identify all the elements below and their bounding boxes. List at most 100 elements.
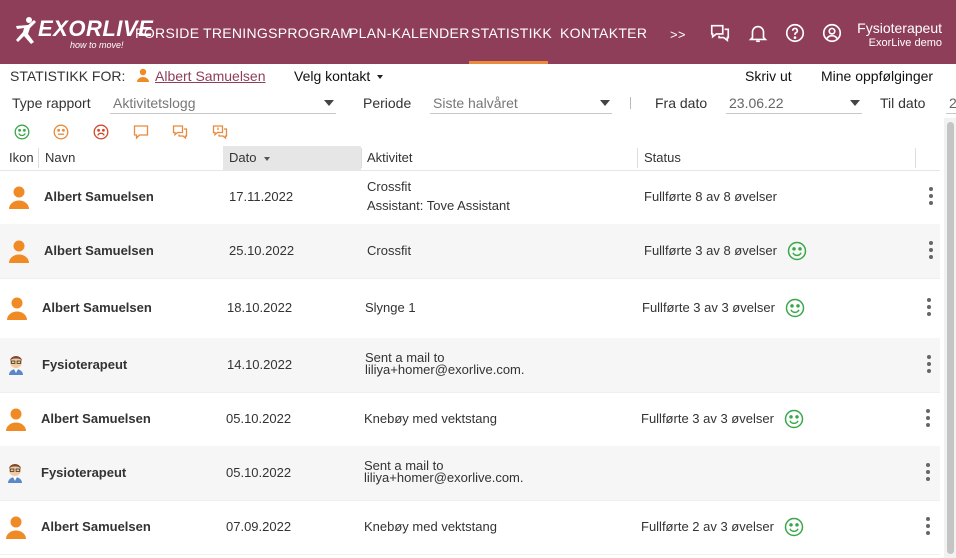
feedback-filter-row [0,118,956,146]
column-status[interactable]: Status [644,146,681,170]
chat-bubbles-icon[interactable] [172,124,188,140]
row-more-options-icon[interactable] [925,407,931,429]
statistics-context-bar: STATISTIKK FOR: Albert Samuelsen Velg ko… [0,64,956,88]
bell-icon[interactable] [747,22,769,44]
row-status: Fullførte 2 av 3 øvelser [641,519,774,534]
chat-alert-icon[interactable] [212,124,228,140]
period-value: Siste halvåret [433,95,518,111]
period-select[interactable]: Siste halvåret [430,92,612,114]
smile-feedback-icon [787,241,807,264]
column-icon: Ikon [9,150,34,165]
user-avatar-icon [5,407,27,434]
activity-line: Assistant: Tove Assistant [367,198,510,213]
row-name: Albert Samuelsen [44,189,154,204]
row-name: Albert Samuelsen [41,411,151,426]
row-activity: Sent a mail to liliya+homer@exorlive.com. [364,459,524,484]
table-row[interactable]: Albert Samuelsen 17.11.2022 Crossfit Assist… [0,170,940,225]
table-row[interactable]: Albert Samuelsen 25.10.2022 Crossfit Fullfø… [0,224,940,279]
top-navigation-bar: EXORLIVE how to move! FORSIDE TRENINGSPR… [0,0,956,64]
row-activity: Slynge 1 [365,298,416,317]
sad-icon[interactable] [93,124,109,140]
nav-kontakter[interactable]: KONTAKTER [560,25,647,41]
activity-line: Crossfit [367,179,412,194]
choose-contact-caret-icon [377,75,383,79]
nav-more-button[interactable]: >> [670,27,686,42]
nav-plan-kalender[interactable]: PLAN-KALENDER [349,25,470,41]
comment-icon[interactable] [133,124,149,140]
activity-line: Slynge 1 [365,300,416,315]
nav-treningsprogram[interactable]: TRENINGSPROGRAM [203,25,352,41]
column-separator [38,148,39,168]
row-activity: Crossfit [367,241,411,260]
report-type-select[interactable]: Aktivitetslogg [110,92,336,114]
user-avatar-icon [6,296,28,323]
nav-forside[interactable]: FORSIDE [135,25,199,41]
row-date: 05.10.2022 [226,411,292,426]
row-date: 18.10.2022 [227,300,293,315]
row-name: Albert Samuelsen [41,519,151,534]
logo-tagline: how to move! [70,40,124,50]
table-row[interactable]: Fysioterapeut 05.10.2022 Sent a mail to lil… [0,446,940,501]
activity-table-body: Albert Samuelsen 17.11.2022 Crossfit Assist… [0,170,944,558]
table-row[interactable]: Albert Samuelsen 07.09.2022 Knebøy med vek… [0,500,940,555]
report-type-value: Aktivitetslogg [113,95,196,111]
user-avatar-icon [8,239,30,266]
from-date-dropdown-icon [850,100,860,106]
to-date-input[interactable]: 2 [946,92,956,114]
row-activity: Knebøy med vektstang [364,517,497,536]
row-name: Albert Samuelsen [44,243,154,258]
row-more-options-icon[interactable] [928,185,934,207]
my-followups-button[interactable]: Mine oppfølginger [821,68,933,84]
logo-figure-icon [16,17,36,44]
chat-icon[interactable] [709,22,731,44]
smile-feedback-icon [784,517,804,540]
table-row[interactable]: Albert Samuelsen 05.10.2022 Knebøy med vek… [0,392,940,447]
row-more-options-icon[interactable] [925,515,931,537]
to-date-label: Til dato [880,95,926,111]
neutral-icon[interactable] [53,124,69,140]
activity-line: Crossfit [367,243,412,258]
choose-contact-dropdown[interactable]: Velg kontakt [294,68,370,84]
row-activity: Knebøy med vektstang [364,409,497,428]
smile-icon[interactable] [14,124,30,140]
row-more-options-icon[interactable] [926,353,932,375]
user-avatar-icon [8,185,30,212]
row-more-options-icon[interactable] [925,461,931,483]
exorlive-logo[interactable]: EXORLIVE how to move! [14,14,153,50]
row-date: 17.11.2022 [229,189,294,204]
report-type-dropdown-icon [324,100,334,106]
row-status: Fullførte 3 av 3 øvelser [641,411,774,426]
scrollbar-thumb[interactable] [947,122,954,554]
therapist-avatar-icon [5,461,25,486]
row-activity: Crossfit Assistant: Tove Assistant [367,177,510,215]
user-organization: ExorLive demo [868,37,942,49]
selected-contact-link[interactable]: Albert Samuelsen [155,68,266,84]
row-activity: Sent a mail to liliya+homer@exorlive.com. [365,351,525,376]
user-name[interactable]: Fysioterapeut [857,20,942,36]
table-row[interactable]: Fysioterapeut 14.10.2022 Sent a mail to lil… [0,338,940,393]
from-date-label: Fra dato [655,95,708,111]
row-name: Fysioterapeut [41,465,127,480]
column-name[interactable]: Navn [45,146,75,170]
print-button[interactable]: Skriv ut [745,68,792,84]
table-row[interactable]: Albert Samuelsen 18.10.2022 Slynge 1 Fullfø… [0,278,940,339]
report-filters: Type rapport Aktivitetslogg Periode Sist… [0,90,956,116]
sort-descending-icon [264,156,271,161]
nav-statistikk[interactable]: STATISTIKK [471,25,552,41]
account-icon[interactable] [821,22,843,44]
from-date-input[interactable]: 23.06.22 [726,92,862,114]
row-status: Fullførte 8 av 8 øvelser [644,189,777,204]
column-date-sorted[interactable]: Dato [223,146,361,170]
row-date: 05.10.2022 [226,465,292,480]
help-icon[interactable] [784,22,806,44]
column-date-label: Dato [229,150,257,165]
row-more-options-icon[interactable] [928,239,934,261]
column-separator [361,148,362,168]
row-name: Albert Samuelsen [42,300,152,315]
report-type-label: Type rapport [12,95,91,111]
row-more-options-icon[interactable] [926,296,932,318]
user-avatar-icon [5,515,27,542]
column-activity[interactable]: Aktivitet [367,146,413,170]
activity-line: Knebøy med vektstang [364,411,497,426]
smile-feedback-icon [784,409,804,432]
